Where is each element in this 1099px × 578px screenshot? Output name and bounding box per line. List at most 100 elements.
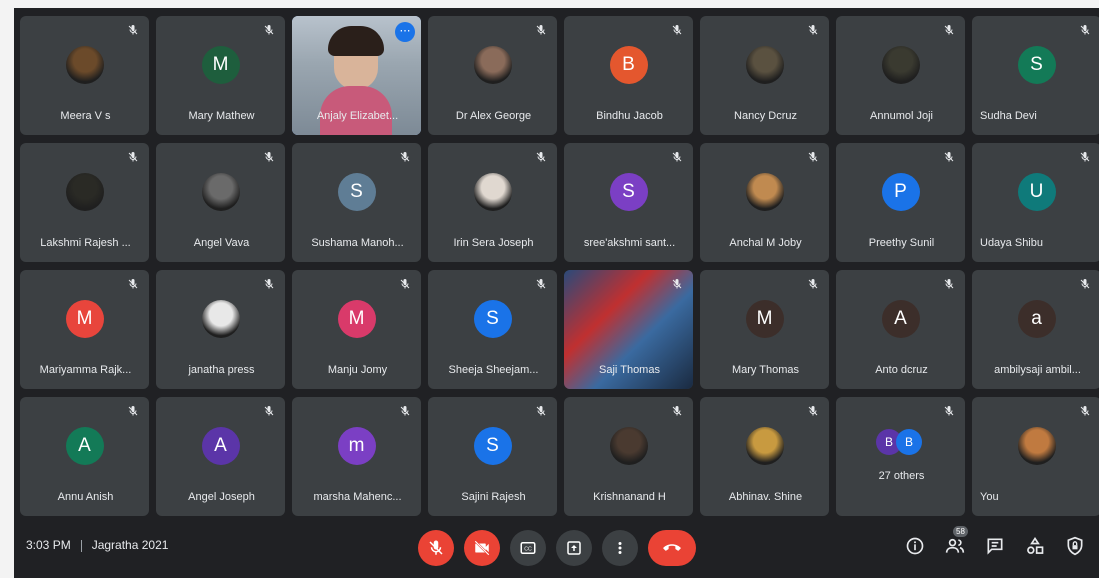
participant-tile[interactable]: Irin Sera Joseph: [428, 143, 557, 262]
avatar: U: [1017, 172, 1056, 211]
participant-tile[interactable]: janatha press: [156, 270, 285, 389]
captions-icon: CC: [520, 542, 536, 554]
bottom-bar: 3:03 PM Jagratha 2021 CC 58: [14, 518, 1099, 578]
participant-tile[interactable]: A Anto dcruz: [836, 270, 965, 389]
avatar-photo: [65, 45, 104, 84]
participant-grid: Meera V s M Mary Mathew ⋯ Anjaly Elizabet...…: [20, 16, 1099, 516]
participant-tile[interactable]: S Sushama Manoh...: [292, 143, 421, 262]
avatar-photo: [745, 45, 784, 84]
participant-name: Angel Joseph: [188, 491, 255, 503]
participant-tile[interactable]: B Bindhu Jacob: [564, 16, 693, 135]
camera-toggle-button[interactable]: [464, 530, 500, 566]
more-options-icon[interactable]: ⋯: [395, 22, 415, 42]
others-count: 27 others: [878, 470, 925, 482]
more-vert-icon: [618, 542, 622, 554]
participant-tile[interactable]: a ambilysaji ambil...: [972, 270, 1099, 389]
participant-tile[interactable]: Dr Alex George: [428, 16, 557, 135]
participant-tile[interactable]: Anchal M Joby: [700, 143, 829, 262]
avatar: M: [65, 299, 104, 338]
participant-tile[interactable]: U Udaya Shibu: [972, 143, 1099, 262]
avatar: M: [337, 299, 376, 338]
participant-name: Meera V s: [60, 110, 111, 122]
mic-toggle-button[interactable]: [418, 530, 454, 566]
participant-tile[interactable]: M Mary Thomas: [700, 270, 829, 389]
more-options-button[interactable]: [602, 530, 638, 566]
chat-icon: [987, 538, 1003, 555]
mic-off-icon: [126, 151, 140, 165]
avatar: m: [337, 426, 376, 465]
avatar: A: [881, 299, 920, 338]
participant-name: Anjaly Elizabet...: [316, 110, 399, 122]
meeting-details-button[interactable]: [905, 536, 927, 558]
participant-tile[interactable]: m marsha Mahenc...: [292, 397, 421, 516]
captions-button[interactable]: CC: [510, 530, 546, 566]
participant-tile[interactable]: Krishnanand H: [564, 397, 693, 516]
participant-name: Sheeja Sheejam...: [448, 364, 539, 376]
mic-off-icon: [262, 405, 276, 419]
mic-off-icon: [262, 151, 276, 165]
people-button[interactable]: 58: [945, 526, 968, 558]
meet-window: Meera V s M Mary Mathew ⋯ Anjaly Elizabet...…: [14, 8, 1099, 578]
avatar: S: [473, 299, 512, 338]
avatar: B: [896, 429, 922, 455]
participant-tile[interactable]: S Sudha Devi: [972, 16, 1099, 135]
mic-off-icon: [262, 24, 276, 38]
participant-tile[interactable]: Abhinav. Shine: [700, 397, 829, 516]
participant-name: Annu Anish: [57, 491, 114, 503]
meeting-info: 3:03 PM Jagratha 2021: [26, 538, 168, 552]
participant-name: Sudha Devi: [980, 110, 1037, 122]
participant-tile[interactable]: Angel Vava: [156, 143, 285, 262]
avatar-photo: [65, 172, 104, 211]
participant-name: marsha Mahenc...: [313, 491, 402, 503]
participant-tile[interactable]: ⋯ Anjaly Elizabet...: [292, 16, 421, 135]
mic-off-icon: [126, 24, 140, 38]
participant-tile[interactable]: Saji Thomas: [564, 270, 693, 389]
mic-off-icon: [429, 540, 443, 555]
present-button[interactable]: [556, 530, 592, 566]
participant-tile[interactable]: M Mary Mathew: [156, 16, 285, 135]
participant-tile[interactable]: S Sajini Rajesh: [428, 397, 557, 516]
camera-off-icon: [474, 540, 490, 556]
participant-tile[interactable]: B B 27 others: [836, 397, 965, 516]
chat-button[interactable]: [985, 536, 1007, 558]
avatar: A: [65, 426, 104, 465]
mic-off-icon: [126, 278, 140, 292]
mic-off-icon: [806, 278, 820, 292]
participant-name: Sajini Rajesh: [461, 491, 526, 503]
mic-off-icon: [942, 405, 956, 419]
participant-tile[interactable]: A Annu Anish: [20, 397, 149, 516]
participant-tile[interactable]: A Angel Joseph: [156, 397, 285, 516]
meeting-name: Jagratha 2021: [91, 538, 169, 552]
participant-tile[interactable]: M Mariyamma Rajk...: [20, 270, 149, 389]
participant-tile[interactable]: Meera V s: [20, 16, 149, 135]
participant-tile[interactable]: Annumol Joji: [836, 16, 965, 135]
participant-name: You: [980, 491, 999, 503]
avatar: S: [473, 426, 512, 465]
activities-button[interactable]: [1025, 536, 1047, 558]
avatar-photo: [201, 172, 240, 211]
call-controls: CC: [418, 530, 696, 566]
participant-tile[interactable]: You: [972, 397, 1099, 516]
participant-name: sree'akshmi sant...: [583, 237, 676, 249]
participant-name: Anchal M Joby: [729, 237, 802, 249]
participant-tile[interactable]: M Manju Jomy: [292, 270, 421, 389]
avatar: M: [201, 45, 240, 84]
avatar-photo: [201, 299, 240, 338]
participant-name: Manju Jomy: [327, 364, 388, 376]
phone-hangup-icon: [663, 544, 681, 551]
participant-name: Saji Thomas: [599, 364, 660, 376]
mic-off-icon: [126, 405, 140, 419]
divider: [80, 539, 82, 552]
leave-call-button[interactable]: [648, 530, 696, 566]
participant-tile[interactable]: S Sheeja Sheejam...: [428, 270, 557, 389]
mic-off-icon: [670, 405, 684, 419]
host-controls-button[interactable]: [1065, 536, 1087, 558]
side-panel-controls: 58: [905, 526, 1087, 558]
participant-tile[interactable]: Lakshmi Rajesh ...: [20, 143, 149, 262]
participant-tile[interactable]: Nancy Dcruz: [700, 16, 829, 135]
participant-tile[interactable]: P Preethy Sunil: [836, 143, 965, 262]
mic-off-icon: [534, 278, 548, 292]
participant-tile[interactable]: Ssree'akshmi sant...: [564, 143, 693, 262]
clock: 3:03 PM: [26, 538, 71, 552]
mic-off-icon: [398, 278, 412, 292]
